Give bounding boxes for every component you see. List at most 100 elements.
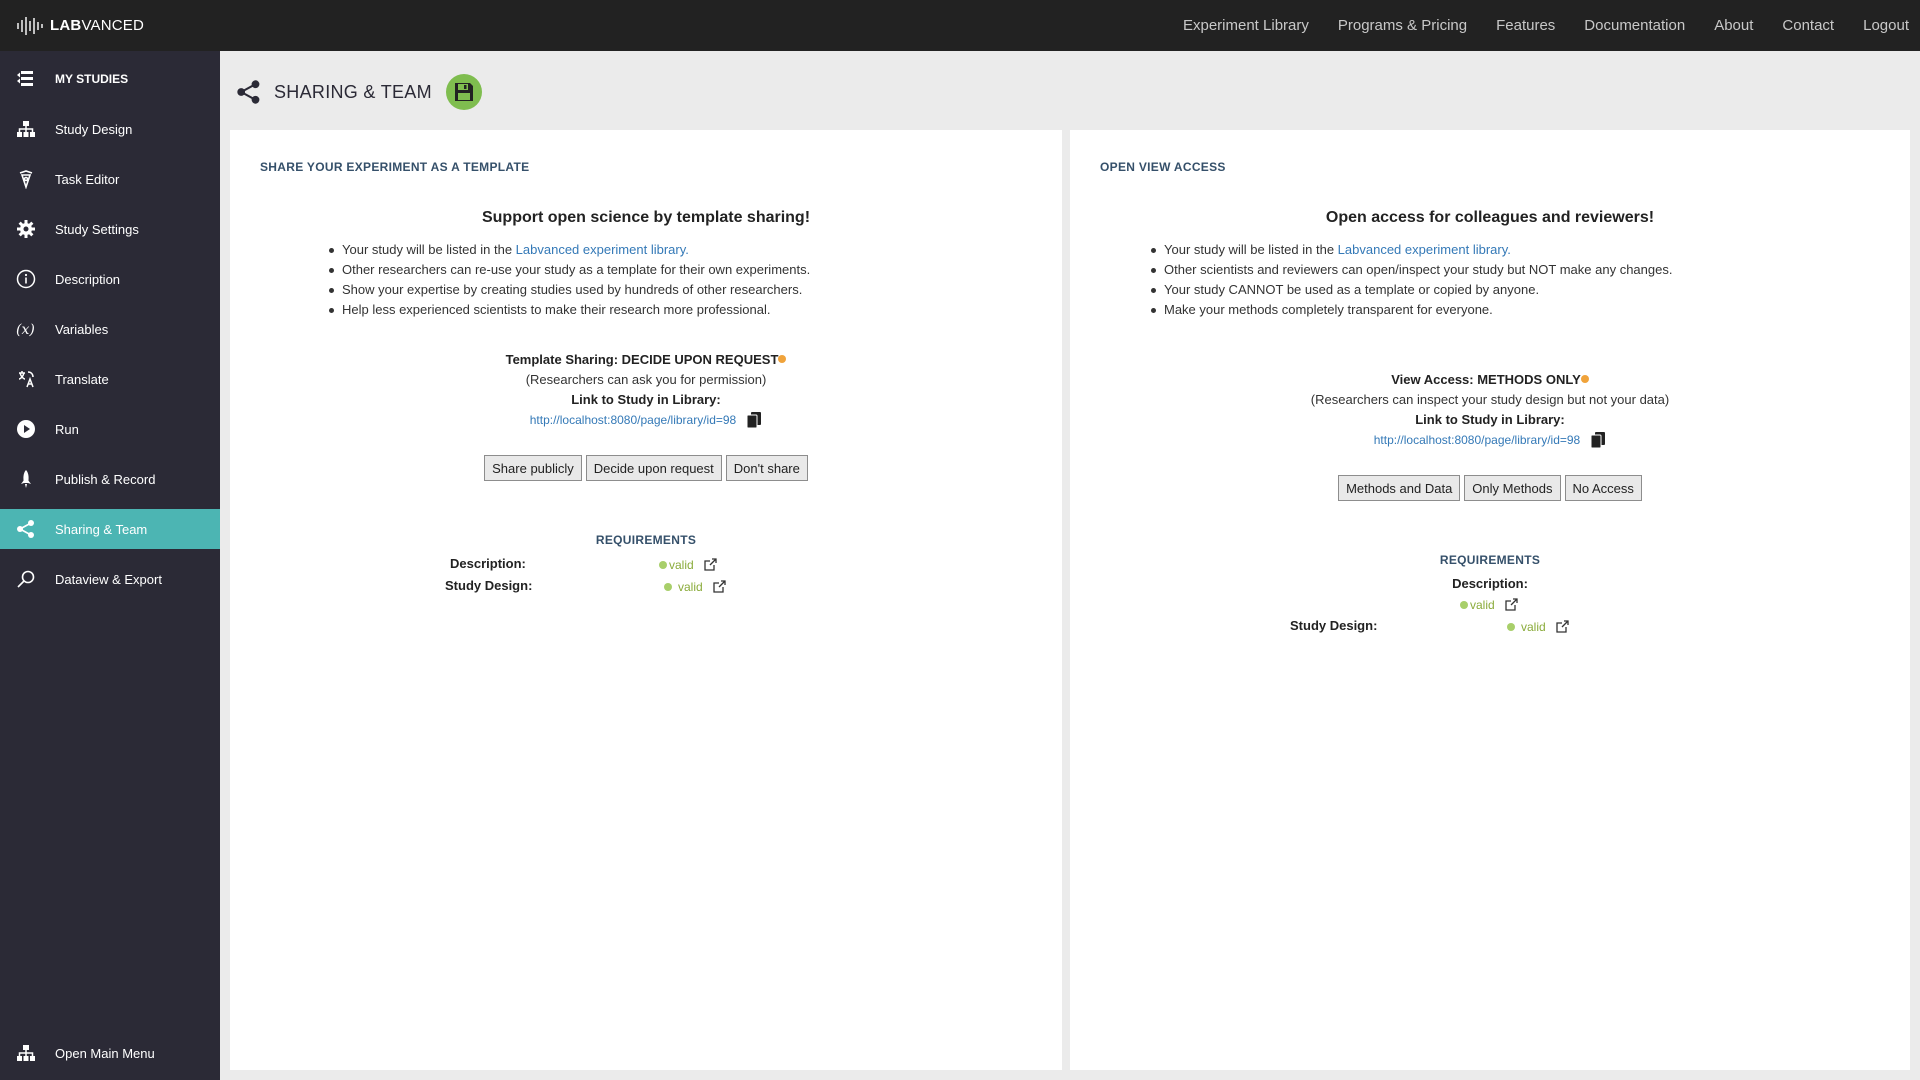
requirements-title: REQUIREMENTS <box>1439 553 1541 567</box>
external-link-icon[interactable] <box>703 557 718 572</box>
sharing-status-label: Template Sharing: DECIDE UPON REQUEST <box>505 352 779 367</box>
nav-programs-pricing[interactable]: Programs & Pricing <box>1338 17 1467 34</box>
library-link-row: http://localhost:8080/page/library/id=98 <box>530 410 762 430</box>
logo-text: LABVANCED <box>50 17 145 34</box>
open-view-access-panel: OPEN VIEW ACCESS Open access for colleag… <box>1070 130 1910 1070</box>
sidebar-item-my-studies[interactable]: MY STUDIES <box>0 59 220 99</box>
req-study-design-status: valid <box>664 579 727 594</box>
list-item: Make your methods completely transparent… <box>1148 300 1672 320</box>
template-sharing-buttons: Share publicly Decide upon request Don't… <box>230 455 1062 481</box>
sidebar-item-description[interactable]: Description <box>0 259 220 299</box>
svg-text:(x): (x) <box>16 322 35 338</box>
save-button[interactable] <box>445 74 482 110</box>
methods-and-data-button[interactable]: Methods and Data <box>1338 475 1461 501</box>
rocket-icon <box>16 469 46 489</box>
external-link-icon[interactable] <box>1504 597 1519 612</box>
only-methods-button[interactable]: Only Methods <box>1464 475 1561 501</box>
list-item: Help less experienced scientists to make… <box>326 300 810 320</box>
sidebar-item-task-editor[interactable]: Task Editor <box>0 159 220 199</box>
sidebar-item-publish-record[interactable]: Publish & Record <box>0 459 220 499</box>
nav-features[interactable]: Features <box>1496 17 1555 34</box>
panel-headline: Open access for colleagues and reviewers… <box>1325 209 1655 226</box>
sidebar-item-translate[interactable]: Translate <box>0 359 220 399</box>
external-link-icon[interactable] <box>712 579 727 594</box>
req-study-design-label: Study Design: <box>445 578 533 593</box>
list-item: Your study will be listed in the Labvanc… <box>1148 240 1672 260</box>
list-item: Your study will be listed in the Labvanc… <box>326 240 810 260</box>
top-bar: LABVANCED Experiment Library Programs & … <box>0 0 1920 51</box>
sidebar-item-run[interactable]: Run <box>0 409 220 449</box>
benefits-list: Your study will be listed in the Labvanc… <box>1148 240 1672 320</box>
panel-title: SHARE YOUR EXPERIMENT AS A TEMPLATE <box>260 160 530 174</box>
sidebar: MY STUDIES Study Design Task Editor Stud… <box>0 51 220 1080</box>
sidebar-item-label: Study Design <box>55 121 133 137</box>
sidebar-item-sharing-team[interactable]: Sharing & Team <box>0 509 220 549</box>
logo[interactable]: LABVANCED <box>16 15 144 37</box>
view-access-status-note: (Researchers can inspect your study desi… <box>1310 392 1670 407</box>
req-description-label: Description: <box>450 556 526 571</box>
share-icon <box>16 519 46 539</box>
library-link-row: http://localhost:8080/page/library/id=98 <box>1374 430 1606 450</box>
req-description-status: valid <box>659 557 718 572</box>
variable-icon: (x) <box>16 319 46 339</box>
valid-dot <box>1507 622 1515 631</box>
sidebar-item-label: Sharing & Team <box>55 521 148 537</box>
sidebar-item-label: MY STUDIES <box>55 72 129 86</box>
valid-text: valid <box>669 557 694 572</box>
sidebar-item-dataview-export[interactable]: Dataview & Export <box>0 559 220 599</box>
sidebar-item-label: Variables <box>55 321 109 337</box>
status-dot <box>778 355 787 363</box>
share-icon <box>237 80 260 104</box>
valid-dot <box>1460 600 1468 609</box>
hierarchy-icon <box>16 120 46 138</box>
library-link[interactable]: http://localhost:8080/page/library/id=98 <box>1374 430 1580 450</box>
valid-dot <box>664 582 672 591</box>
sidebar-item-label: Study Settings <box>55 221 139 237</box>
sidebar-item-variables[interactable]: (x) Variables <box>0 309 220 349</box>
dont-share-button[interactable]: Don't share <box>725 455 808 481</box>
copy-icon[interactable] <box>1590 431 1606 449</box>
sidebar-item-label: Description <box>55 271 121 287</box>
req-study-design-label: Study Design: <box>1290 618 1378 633</box>
library-link-label: Link to Study in Library: <box>1415 412 1565 427</box>
experiment-library-link[interactable]: Labvanced experiment library. <box>1338 242 1511 257</box>
sidebar-item-label: Open Main Menu <box>55 1045 155 1061</box>
copy-icon[interactable] <box>746 411 762 429</box>
req-description-status: valid <box>1460 597 1519 612</box>
nav-logout[interactable]: Logout <box>1863 17 1909 34</box>
benefits-list: Your study will be listed in the Labvanc… <box>326 240 810 320</box>
valid-text: valid <box>678 579 703 594</box>
list-item-text: Your study will be listed in the <box>1164 242 1338 257</box>
nav-experiment-library[interactable]: Experiment Library <box>1183 17 1309 34</box>
translate-icon <box>16 369 46 389</box>
list-item: Show your expertise by creating studies … <box>326 280 810 300</box>
sharing-status-note: (Researchers can ask you for permission) <box>525 372 767 387</box>
logo-waveform-icon <box>17 16 43 35</box>
nav-contact[interactable]: Contact <box>1782 17 1834 34</box>
sharing-status-block: Template Sharing: DECIDE UPON REQUEST (R… <box>230 350 1062 430</box>
nav-about[interactable]: About <box>1714 17 1753 34</box>
top-nav: Experiment Library Programs & Pricing Fe… <box>1183 0 1920 51</box>
list-item: Other scientists and reviewers can open/… <box>1148 260 1672 280</box>
sidebar-open-main-menu[interactable]: Open Main Menu <box>0 1033 220 1073</box>
sidebar-item-label: Dataview & Export <box>55 571 162 587</box>
floppy-disk-icon <box>454 83 473 101</box>
no-access-button[interactable]: No Access <box>1564 475 1642 501</box>
sidebar-item-study-settings[interactable]: Study Settings <box>0 209 220 249</box>
nav-documentation[interactable]: Documentation <box>1584 17 1685 34</box>
library-link-label: Link to Study in Library: <box>571 392 721 407</box>
status-dot <box>1580 375 1589 383</box>
hierarchy-icon <box>16 1044 46 1062</box>
play-icon <box>16 419 46 439</box>
external-link-icon[interactable] <box>1555 619 1570 634</box>
gear-icon <box>16 219 46 239</box>
decide-upon-request-button[interactable]: Decide upon request <box>585 455 722 481</box>
view-access-buttons: Methods and Data Only Methods No Access <box>1070 475 1910 501</box>
panel-headline: Support open science by template sharing… <box>481 209 811 226</box>
list-item: Other researchers can re-use your study … <box>326 260 810 280</box>
req-study-design-status: valid <box>1507 619 1570 634</box>
share-publicly-button[interactable]: Share publicly <box>484 455 582 481</box>
experiment-library-link[interactable]: Labvanced experiment library. <box>516 242 689 257</box>
library-link[interactable]: http://localhost:8080/page/library/id=98 <box>530 410 736 430</box>
sidebar-item-study-design[interactable]: Study Design <box>0 109 220 149</box>
